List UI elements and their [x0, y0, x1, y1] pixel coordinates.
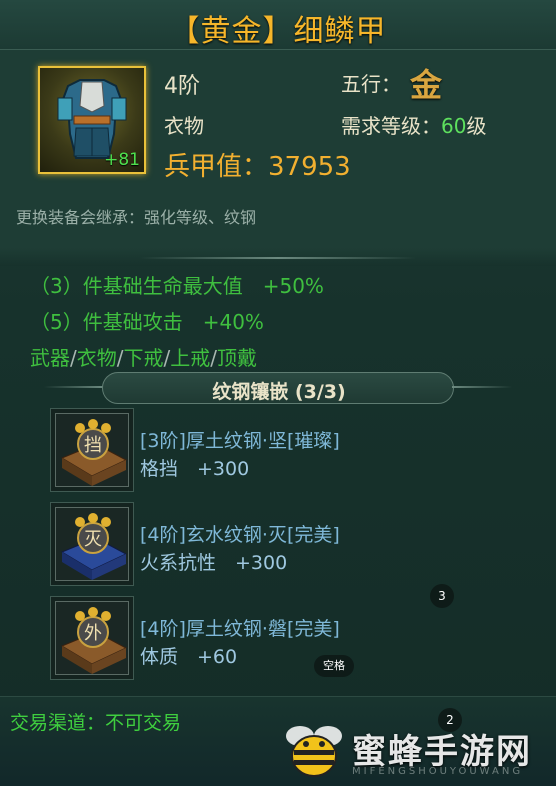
set-part-crown: 顶戴 [217, 346, 257, 370]
gem-name-3: [4阶]厚土纹钢·磐[完美] [140, 618, 340, 640]
gem-icon: 灭 [55, 507, 129, 581]
title-bar: 【黄金】细鳞甲 [0, 0, 556, 50]
item-tooltip-panel: 【黄金】细鳞甲 +81 4阶 五行： 金 衣物 需求等级：60级 兵甲值：379… [0, 0, 556, 786]
armor-icon: +81 [38, 66, 146, 174]
req-label: 需求等级： [341, 114, 441, 138]
gem-slot-3[interactable]: 外 [50, 596, 134, 680]
set-part-lower-ring: 下戒 [123, 346, 164, 370]
space-key-hint[interactable]: 空格 [314, 655, 354, 677]
fire-resist-gem-icon: 灭 [60, 513, 128, 580]
enhance-level: +81 [104, 150, 140, 170]
gem-stat-3: 体质 +60 [140, 646, 238, 668]
gem-name-1: [3阶]厚土纹钢·坚[璀璨] [140, 430, 340, 452]
header-divider [0, 248, 556, 266]
wuxing-label: 五行： [341, 72, 401, 96]
bee-logo-icon [286, 726, 342, 777]
armor-power: 兵甲值：37953 [164, 152, 351, 182]
metal-element-icon: 金 [410, 66, 443, 104]
watermark-subtext: MIFENGSHOUYOUWANG [352, 766, 524, 777]
gem-slot-1[interactable]: 挡 [50, 408, 134, 492]
item-slot: 衣物 [164, 114, 204, 138]
set-part-upper-ring: 上戒 [170, 346, 211, 370]
req-level-unit: 级 [466, 114, 487, 138]
gem-section-header: 纹钢镶嵌 (3/3) [102, 372, 454, 404]
hint-badge-3[interactable]: 3 [430, 584, 454, 608]
set-bonus-5: （5）件基础攻击 +40% [30, 310, 264, 334]
gem-icon: 挡 [55, 413, 129, 487]
section-ornament-right [452, 386, 512, 388]
gem-name-2: [4阶]玄水纹钢·灭[完美] [140, 524, 340, 546]
svg-text:外: 外 [84, 623, 102, 644]
section-ornament-left [44, 386, 104, 388]
required-level: 需求等级：60级 [341, 110, 486, 139]
block-gem-icon: 挡 [60, 419, 128, 486]
gem-slot-2[interactable]: 灭 [50, 502, 134, 586]
gem-icon: 外 [55, 601, 129, 675]
svg-text:挡: 挡 [84, 435, 102, 456]
req-level-value: 60 [441, 114, 467, 138]
set-part-clothes: 衣物 [76, 346, 117, 370]
gem-stat-2: 火系抗性 +300 [140, 552, 288, 574]
item-title: 【黄金】细鳞甲 [169, 14, 387, 49]
trade-status: 交易渠道：不可交易 [10, 712, 182, 734]
svg-text:灭: 灭 [84, 529, 102, 550]
gem-stat-1: 格挡 +300 [140, 458, 250, 480]
set-part-weapon: 武器 [30, 346, 70, 370]
gem-section-title: 纹钢镶嵌 (3/3) [212, 381, 346, 403]
inherit-note: 更换装备会继承：强化等级、纹钢 [16, 208, 257, 227]
item-tier: 4阶 [164, 74, 200, 99]
set-parts: 武器/衣物/下戒/上戒/顶戴 [30, 346, 257, 370]
constitution-gem-icon: 外 [60, 607, 128, 674]
set-bonus-3: （3）件基础生命最大值 +50% [30, 274, 324, 298]
